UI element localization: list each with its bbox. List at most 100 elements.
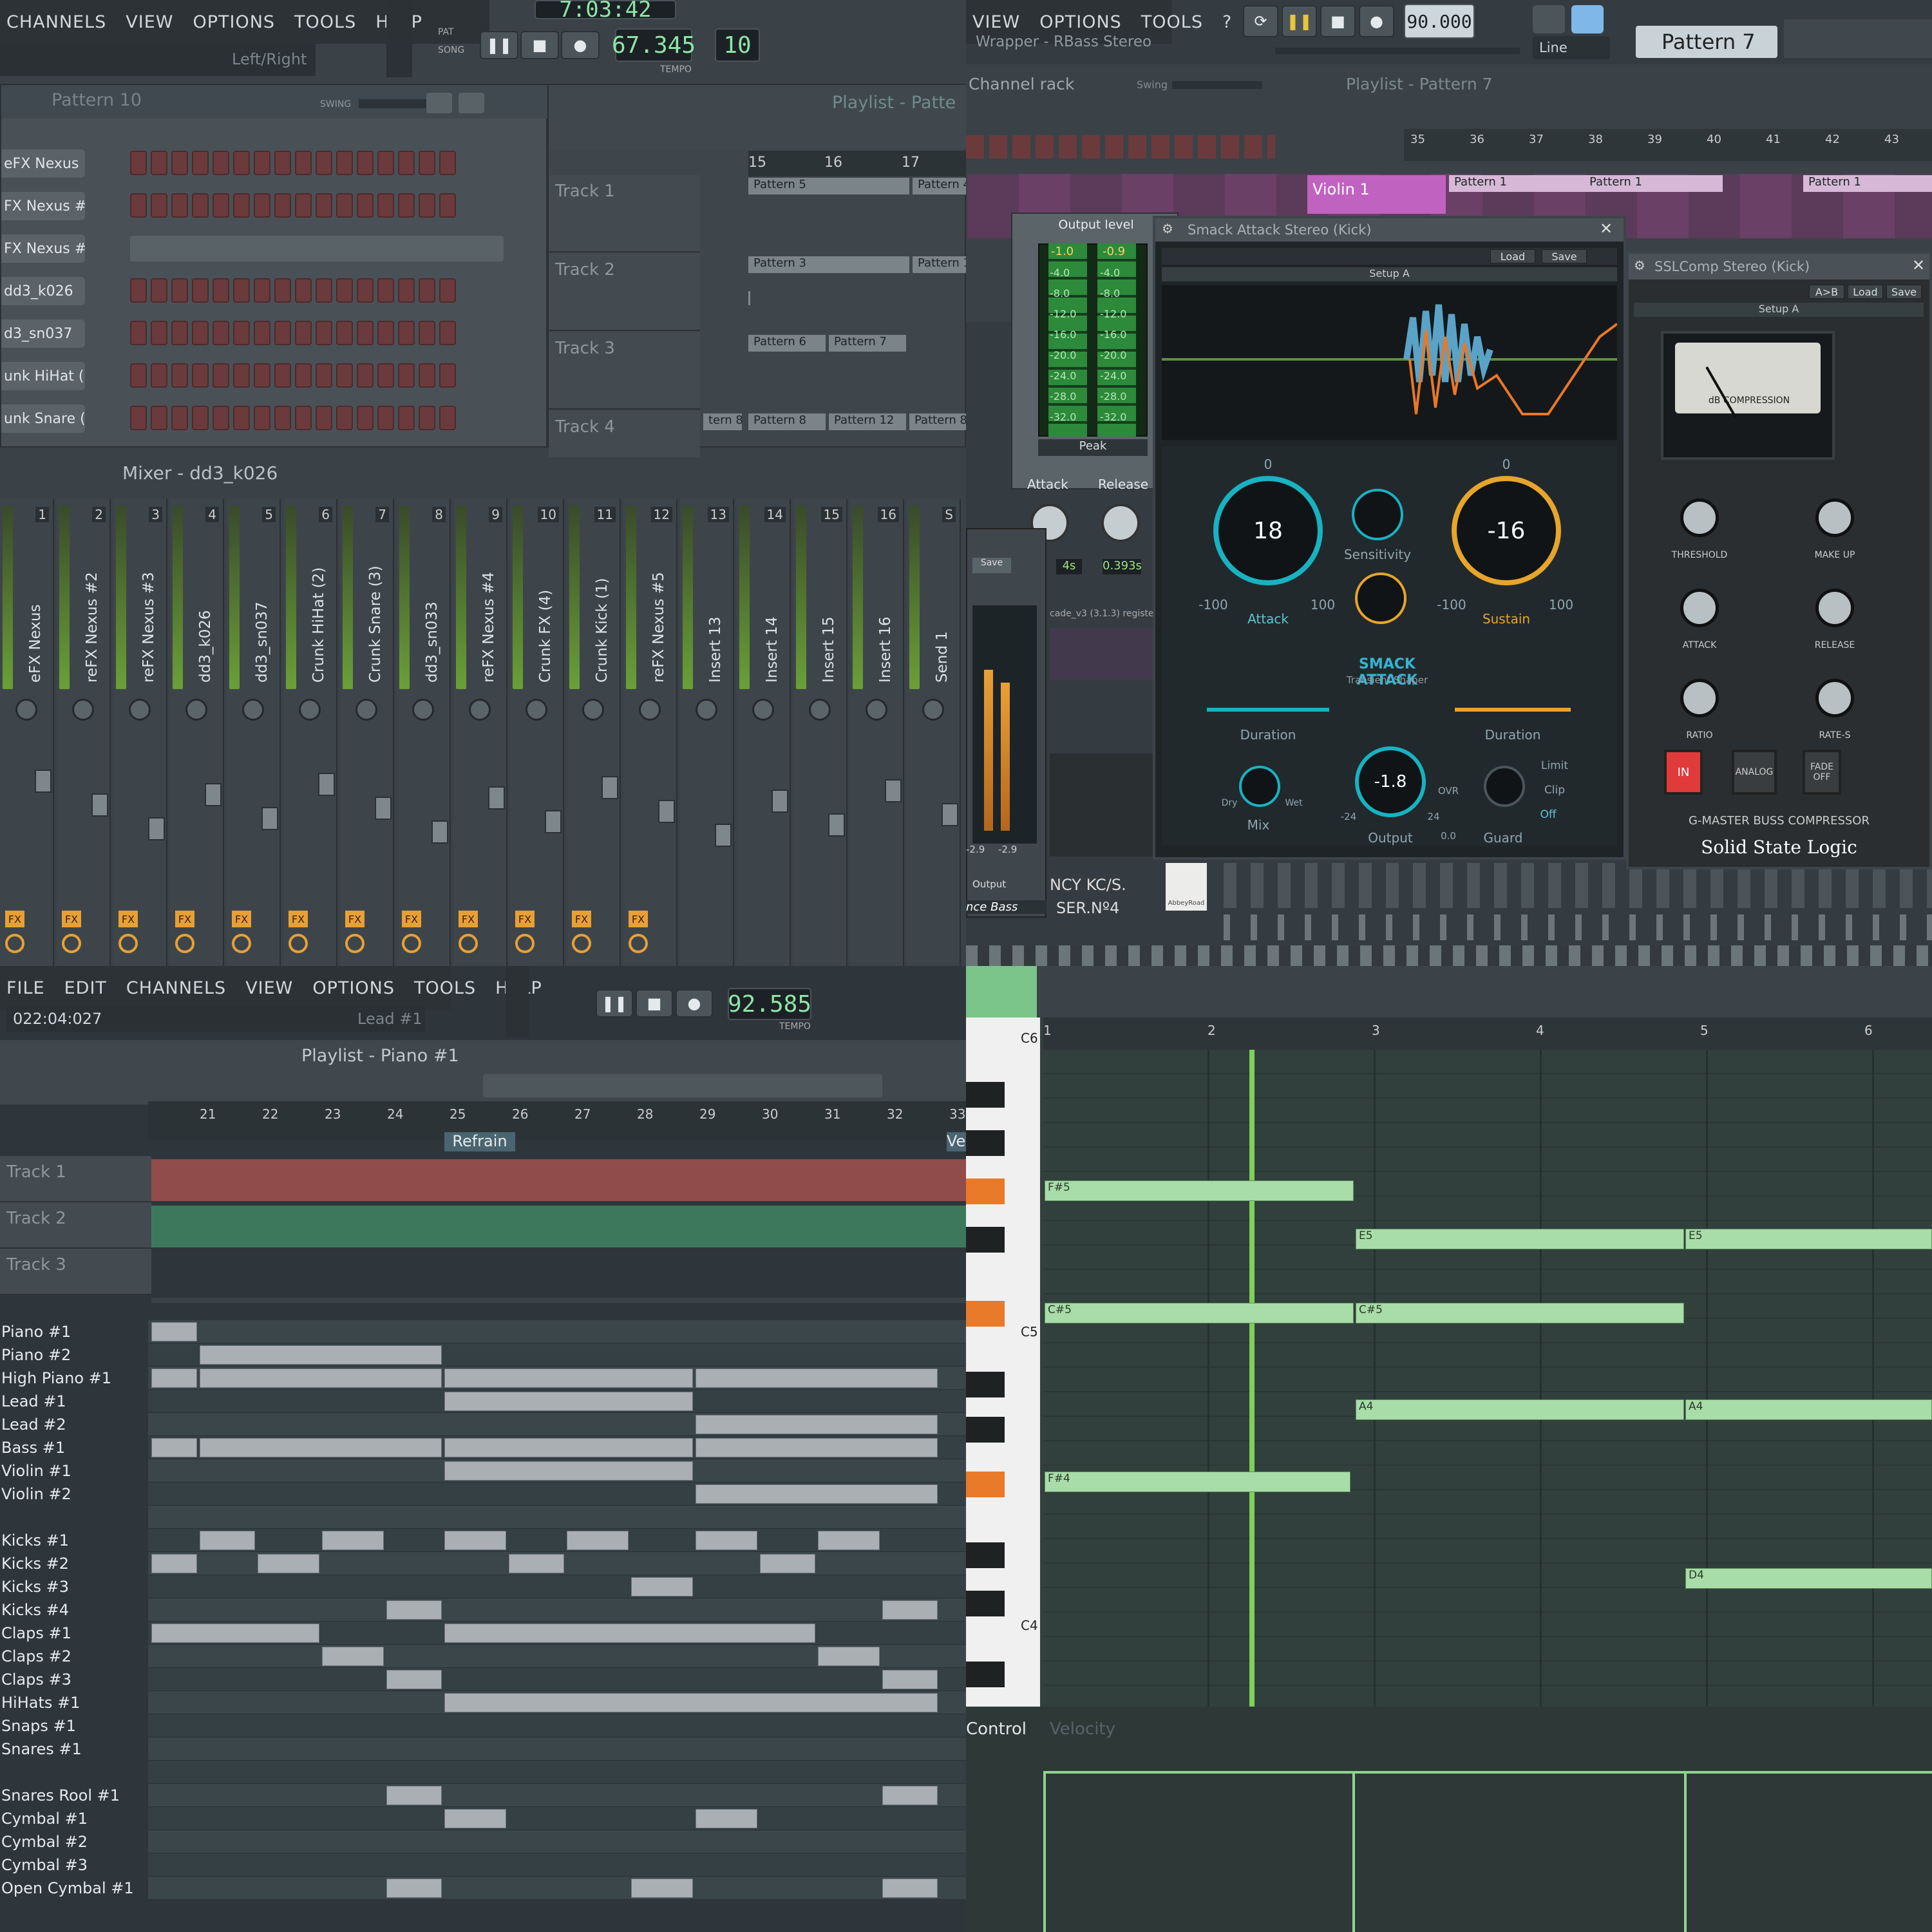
- pattern-block[interactable]: [444, 1531, 506, 1550]
- pan-knob[interactable]: [809, 699, 831, 721]
- pause-button[interactable]: ❚❚: [596, 989, 633, 1018]
- analog-button[interactable]: ANALOG: [1732, 750, 1777, 795]
- step-button[interactable]: [316, 193, 332, 218]
- step-button[interactable]: [398, 321, 415, 345]
- routing-icon[interactable]: [629, 934, 648, 953]
- step-button[interactable]: [254, 363, 270, 388]
- volume-fader[interactable]: [942, 803, 958, 826]
- fx-indicator[interactable]: FX: [232, 911, 251, 927]
- step-button[interactable]: [357, 151, 374, 175]
- volume-fader[interactable]: [205, 783, 222, 806]
- step-button[interactable]: [151, 278, 167, 303]
- pattern-row-label[interactable]: Cymbal #1: [0, 1807, 145, 1830]
- attack-knob[interactable]: 18: [1213, 476, 1323, 585]
- playlist-clip[interactable]: Pattern 7: [829, 335, 906, 352]
- pattern-block[interactable]: [760, 1554, 815, 1573]
- master-volume-slider[interactable]: [386, 0, 412, 77]
- pattern-lane[interactable]: [148, 1830, 966, 1853]
- pan-knob[interactable]: [752, 699, 774, 721]
- pattern-block[interactable]: [386, 1600, 442, 1620]
- ssl-knob[interactable]: [1815, 679, 1854, 717]
- fx-indicator[interactable]: FX: [629, 911, 648, 927]
- step-button[interactable]: [130, 278, 147, 303]
- step-button[interactable]: [151, 321, 167, 345]
- pattern-block[interactable]: [567, 1531, 629, 1550]
- pattern-row-label[interactable]: [0, 1506, 145, 1529]
- menu-help[interactable]: ?: [1222, 12, 1232, 32]
- step-button[interactable]: [377, 321, 394, 345]
- step-button[interactable]: [233, 406, 250, 430]
- step-button[interactable]: [336, 363, 353, 388]
- pan-knob[interactable]: [639, 699, 661, 721]
- mixer-strip[interactable]: 13 Insert 13: [680, 499, 734, 966]
- routing-icon[interactable]: [459, 934, 478, 953]
- pattern-block[interactable]: [696, 1438, 938, 1457]
- fx-indicator[interactable]: FX: [345, 911, 365, 927]
- playlist-clip[interactable]: Pattern 3: [748, 256, 909, 273]
- mixer-strip[interactable]: 3 reFX Nexus #3 FX: [113, 499, 167, 966]
- pattern-row-label[interactable]: High Piano #1: [0, 1367, 145, 1390]
- pattern-row-label[interactable]: Piano #1: [0, 1320, 145, 1343]
- track-header-violin[interactable]: Violin 1: [1307, 175, 1446, 214]
- highlighted-key[interactable]: [966, 1472, 1005, 1497]
- load-button[interactable]: Load: [1848, 285, 1883, 299]
- step-button[interactable]: [254, 321, 270, 345]
- pattern-lane[interactable]: [148, 1761, 966, 1784]
- pattern-block[interactable]: [509, 1554, 564, 1573]
- step-button[interactable]: [357, 193, 374, 218]
- pan-knob[interactable]: [355, 699, 377, 721]
- pattern-row-label[interactable]: Lead #1: [0, 1390, 145, 1413]
- playlist-clip[interactable]: Pattern 1: [1449, 175, 1587, 192]
- step-button[interactable]: [171, 278, 188, 303]
- pattern-block[interactable]: [200, 1345, 442, 1365]
- pattern-block[interactable]: [322, 1647, 384, 1666]
- save-button[interactable]: Save: [1886, 285, 1922, 299]
- routing-icon[interactable]: [232, 934, 251, 953]
- pattern-row-label[interactable]: Claps #1: [0, 1622, 145, 1645]
- setup-selector[interactable]: Setup A: [1634, 303, 1924, 317]
- step-button[interactable]: [171, 151, 188, 175]
- pattern-block[interactable]: [631, 1879, 693, 1898]
- step-button[interactable]: [213, 151, 229, 175]
- step-button[interactable]: [419, 278, 435, 303]
- pattern-row-label[interactable]: Violin #2: [0, 1482, 145, 1506]
- note[interactable]: E5: [1685, 1229, 1932, 1249]
- pattern-block[interactable]: [444, 1624, 815, 1643]
- step-button[interactable]: [274, 278, 291, 303]
- pan-knob[interactable]: [469, 699, 491, 721]
- step-button[interactable]: [336, 193, 353, 218]
- channel-steps[interactable]: [966, 135, 1275, 158]
- routing-icon[interactable]: [515, 934, 535, 953]
- step-button[interactable]: [274, 406, 291, 430]
- pattern-lane[interactable]: [148, 1877, 966, 1900]
- pattern-lane[interactable]: [148, 1738, 966, 1761]
- stop-button[interactable]: ■: [1320, 5, 1356, 37]
- step-button[interactable]: [192, 363, 209, 388]
- playlist-track[interactable]: Track 3: [0, 1249, 151, 1295]
- step-button[interactable]: [419, 406, 435, 430]
- step-button[interactable]: [130, 321, 147, 345]
- pattern-lane[interactable]: [148, 1575, 966, 1598]
- step-row[interactable]: [130, 321, 504, 346]
- pattern-block[interactable]: [444, 1368, 693, 1388]
- volume-fader[interactable]: [488, 786, 505, 810]
- channel-name[interactable]: FX Nexus #2: [1, 192, 85, 220]
- volume-fader[interactable]: [35, 770, 52, 793]
- mixer-strip[interactable]: 2 reFX Nexus #2 FX: [57, 499, 111, 966]
- step-button[interactable]: [336, 406, 353, 430]
- step-button[interactable]: [233, 321, 250, 345]
- pan-knob[interactable]: [185, 699, 207, 721]
- channel-name[interactable]: dd3_k026: [1, 277, 85, 305]
- step-button[interactable]: [192, 278, 209, 303]
- step-button[interactable]: [274, 363, 291, 388]
- menu-view[interactable]: View: [126, 12, 173, 32]
- step-button[interactable]: [377, 363, 394, 388]
- loop-icon[interactable]: ⟳: [1243, 5, 1278, 37]
- step-button[interactable]: [233, 363, 250, 388]
- playlist-clip[interactable]: Pattern 4: [913, 178, 966, 194]
- menu-channels[interactable]: Channels: [126, 978, 226, 998]
- mix-knob[interactable]: [1239, 766, 1280, 807]
- pattern-block[interactable]: [151, 1438, 197, 1457]
- pattern-row-label[interactable]: Cymbal #3: [0, 1853, 145, 1877]
- routing-icon[interactable]: [175, 934, 194, 953]
